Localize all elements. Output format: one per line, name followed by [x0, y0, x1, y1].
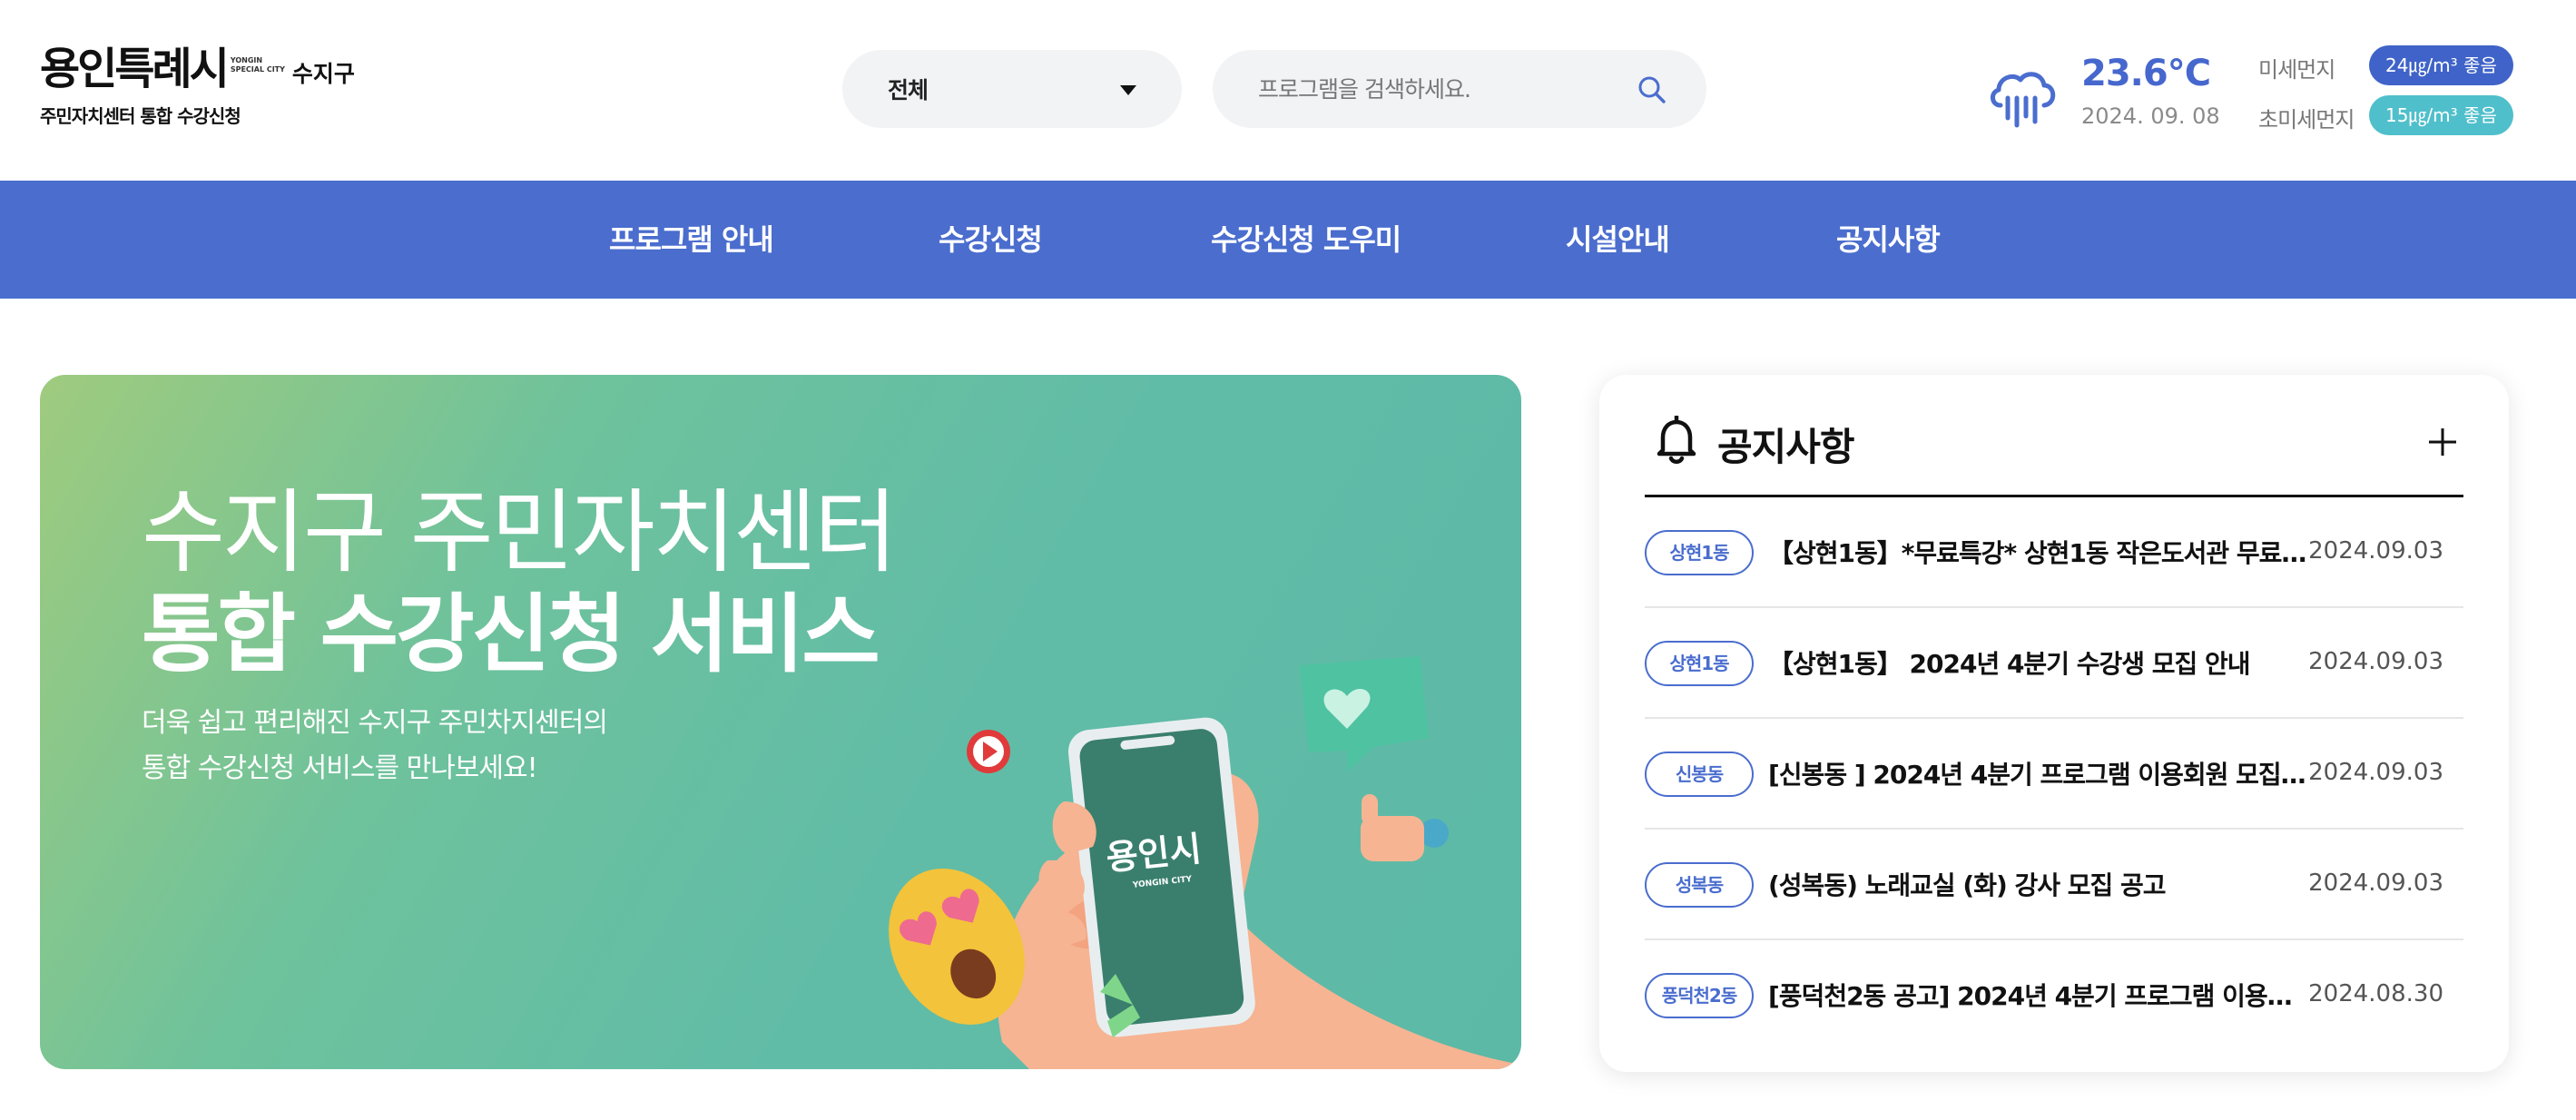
ultrafine-dust-label: 초미세먼지 [2258, 107, 2355, 133]
play-icon [967, 730, 1010, 773]
fine-dust-label: 미세먼지 [2258, 57, 2335, 83]
caret-down-icon [1120, 85, 1136, 95]
search-box [1213, 50, 1706, 128]
smartphone-illustration [1067, 717, 1255, 1037]
logo-english-line2: SPECIAL CITY [230, 65, 285, 74]
notice-district-badge: 신봉동 [1645, 752, 1754, 797]
notice-item[interactable]: 상현1동 【상현1동】*무료특강* 상현1동 작은도서관 무료특강 2024.0… [1645, 497, 2463, 608]
nav-notices[interactable]: 공지사항 [1836, 181, 1941, 299]
logo-english-line1: YONGIN [230, 56, 263, 64]
notice-item[interactable]: 풍덕천2동 [풍덕천2동 공고] 2024년 4분기 프로그램 이용회원 모집 … [1645, 940, 2463, 1051]
category-selected-value: 전체 [888, 77, 929, 103]
notice-district-badge: 풍덕천2동 [1645, 973, 1754, 1018]
nav-program-info[interactable]: 프로그램 안내 [609, 181, 774, 299]
notice-item-title: (성복동) 노래교실 (화) 강사 모집 공고 [1768, 870, 2167, 900]
plus-icon[interactable] [2425, 425, 2460, 459]
logo-district: 수지구 [291, 61, 355, 87]
notice-district-badge: 상현1동 [1645, 641, 1754, 686]
notice-item-date: 2024.09.03 [2308, 869, 2443, 897]
logo-subtitle: 주민자치센터 통합 수강신청 [40, 105, 241, 127]
fine-dust-badge: 24㎍/m³ 좋음 [2369, 45, 2513, 85]
notice-district-badge: 성복동 [1645, 862, 1754, 908]
thumbs-up-icon [1361, 794, 1449, 861]
notice-item-date: 2024.09.03 [2308, 537, 2443, 565]
ultrafine-dust-badge: 15㎍/m³ 좋음 [2369, 95, 2513, 135]
banner-illustration: 용인시 YONGIN CITY [889, 656, 1521, 1069]
notice-title: 공지사항 [1717, 425, 1855, 469]
notice-item-date: 2024.09.03 [2308, 759, 2443, 786]
notice-item-title: 【상현1동】 2024년 4분기 수강생 모집 안내 [1768, 649, 2251, 679]
nav-facility-info[interactable]: 시설안내 [1566, 181, 1670, 299]
site-logo[interactable]: 용인특례시 YONGIN SPECIAL CITY 수지구 주민자치센터 통합 … [40, 47, 355, 128]
temperature: 23.6°C [2081, 53, 2211, 94]
notice-item[interactable]: 성복동 (성복동) 노래교실 (화) 강사 모집 공고 2024.09.03 [1645, 830, 2463, 940]
notice-item[interactable]: 상현1동 【상현1동】 2024년 4분기 수강생 모집 안내 2024.09.… [1645, 608, 2463, 719]
notice-panel: 공지사항 상현1동 【상현1동】*무료특강* 상현1동 작은도서관 무료특강 2… [1599, 375, 2509, 1072]
notice-item-date: 2024.08.30 [2308, 980, 2443, 1007]
notice-district-badge: 상현1동 [1645, 530, 1754, 575]
hero-banner[interactable]: 수지구 주민자치센터 통합 수강신청 서비스 더욱 쉽고 편리해진 수지구 주민… [40, 375, 1521, 1069]
notice-item-title: [신봉동 ] 2024년 4분기 프로그램 이용회원 모집 안내 [1768, 760, 2313, 790]
nav-registration[interactable]: 수강신청 [939, 181, 1043, 299]
search-input[interactable] [1258, 75, 1621, 103]
notice-item-date: 2024.09.03 [2308, 648, 2443, 675]
notice-item-title: 【상현1동】*무료특강* 상현1동 작은도서관 무료특강 [1768, 538, 2313, 568]
nav-registration-helper[interactable]: 수강신청 도우미 [1211, 181, 1401, 299]
weather-date: 2024. 09. 08 [2081, 103, 2220, 129]
rain-cloud-icon [1991, 72, 2056, 128]
bell-icon [1657, 416, 1696, 464]
notice-item-title: [풍덕천2동 공고] 2024년 4분기 프로그램 이용회원 모집 [1768, 981, 2313, 1011]
logo-wordmark: 용인특례시 [40, 44, 230, 94]
search-icon[interactable] [1636, 74, 1668, 106]
category-select[interactable]: 전체 [842, 50, 1182, 128]
notice-item[interactable]: 신봉동 [신봉동 ] 2024년 4분기 프로그램 이용회원 모집 안내 202… [1645, 719, 2463, 830]
main-nav: 프로그램 안내 수강신청 수강신청 도우미 시설안내 공지사항 [0, 181, 2576, 299]
logo-english: YONGIN SPECIAL CITY [231, 56, 285, 74]
chat-heart-icon [1300, 656, 1429, 772]
